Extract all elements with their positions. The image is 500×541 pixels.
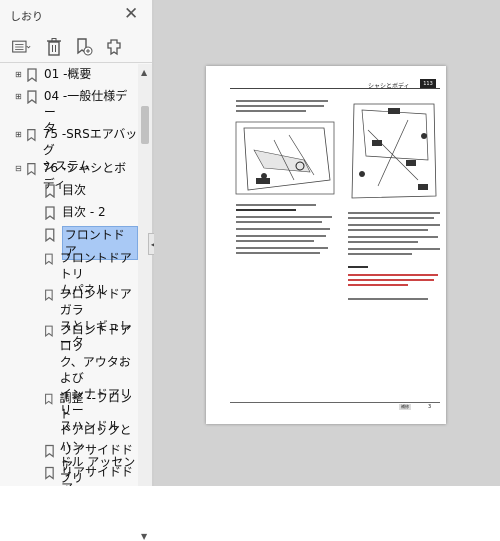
text-line [236, 240, 314, 242]
text-line [348, 212, 440, 214]
expand-bookmark-button[interactable] [102, 35, 126, 59]
text-line [348, 279, 434, 281]
text-line [236, 110, 306, 112]
options-menu-button[interactable] [6, 35, 36, 59]
text-line [236, 105, 324, 107]
text-line [348, 248, 440, 250]
text-line [236, 100, 328, 102]
list-options-icon [12, 40, 31, 53]
bookmark-label: 目次 - 2 [62, 205, 106, 219]
text-line [236, 247, 328, 249]
bookmark-icon [45, 228, 55, 242]
expand-icon[interactable]: ⊞ [15, 92, 22, 101]
collapse-icon[interactable]: ⊟ [15, 164, 22, 173]
text-line [348, 241, 418, 243]
bookmark-tree: ⊞ 01 -概要 ⊞ 04 -一般仕様データ ⊞ 75 -SRSエアバッグ システ… [0, 64, 138, 486]
door-panel-illustration [351, 103, 437, 199]
text-line [236, 235, 326, 237]
trash-icon [47, 38, 61, 56]
close-icon[interactable]: ✕ [124, 4, 138, 24]
text-line [236, 216, 332, 218]
toolbar-divider [0, 62, 152, 63]
bookmarks-panel: しおり ✕ ⊞ 01 -概要 ⊞ 04 -一般仕様データ ⊞ 75 -SRSエア… [0, 0, 153, 541]
bookmark-icon [27, 68, 37, 82]
bookmark-icon [45, 393, 53, 405]
bookmark-item-01[interactable]: ⊞ 01 -概要 [15, 66, 92, 82]
text-line [348, 224, 440, 226]
delete-bookmark-button[interactable] [42, 35, 66, 59]
bookmark-icon [45, 444, 54, 458]
bookmark-icon [45, 325, 53, 337]
footer-label: 補修 [399, 404, 411, 410]
scroll-down-icon[interactable]: ▼ [141, 532, 147, 541]
panel-title: しおり [10, 10, 43, 23]
scroll-up-icon[interactable]: ▲ [141, 68, 147, 77]
page-number: 3 [428, 404, 432, 410]
text-line [348, 236, 438, 238]
new-bookmark-icon [77, 38, 93, 56]
bookmark-icon [27, 90, 37, 104]
text-line [348, 229, 428, 231]
text-line [348, 298, 428, 300]
bookmark-item-toc-2[interactable]: 目次 - 2 [44, 204, 106, 220]
bookmarks-toolbar [6, 34, 146, 60]
door-lock-illustration [235, 121, 335, 195]
expand-icon[interactable]: ⊞ [15, 70, 22, 79]
bookmark-tag-icon [107, 39, 121, 56]
bookmark-item-toc[interactable]: 目次 [44, 182, 86, 198]
bookmark-icon [45, 206, 55, 220]
bookmark-icon [45, 184, 55, 198]
bookmark-label: 01 -概要 [44, 67, 92, 81]
bookmark-label: リアサイドドア [61, 465, 134, 486]
bookmark-item-rear-door-2[interactable]: リアサイドドア [44, 464, 138, 486]
bookmark-label: 目次 [62, 183, 87, 197]
text-line [348, 274, 438, 276]
footer-rule [230, 402, 440, 403]
text-line [348, 253, 412, 255]
bookmark-icon [45, 289, 53, 301]
bookmark-icon [27, 129, 36, 142]
caution-note [348, 266, 438, 292]
text-line [236, 209, 296, 211]
new-bookmark-button[interactable] [72, 35, 96, 59]
bookmark-icon [45, 253, 53, 265]
text-line [236, 228, 330, 230]
bookmark-icon [45, 466, 54, 480]
text-line [348, 266, 368, 268]
text-line [236, 221, 322, 223]
expand-icon[interactable]: ⊞ [15, 130, 22, 139]
text-line [236, 204, 316, 206]
bookmark-icon [27, 163, 36, 176]
text-line [348, 284, 408, 286]
text-line [236, 252, 320, 254]
text-line [348, 217, 434, 219]
document-page: シャシとボディ 113 補修 3 [206, 66, 446, 424]
header-rule [230, 88, 440, 89]
scroll-thumb[interactable] [141, 106, 149, 144]
bookmarks-scrollbar[interactable]: ▲ ▼ [138, 64, 152, 541]
